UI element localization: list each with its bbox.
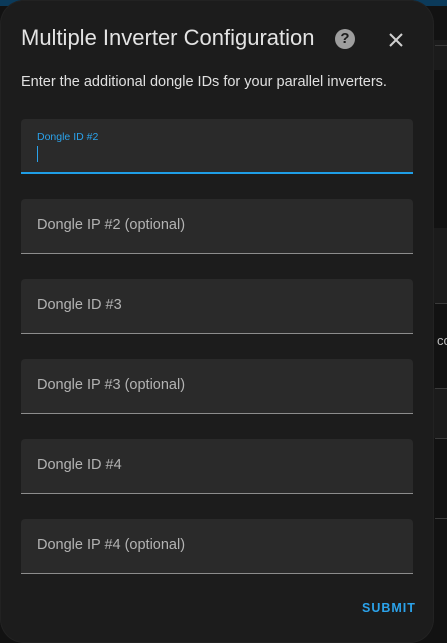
dongle-id-4-field[interactable]: Dongle ID #4 <box>21 439 413 494</box>
field-label: Dongle ID #3 <box>37 297 122 313</box>
dongle-ip-4-field[interactable]: Dongle IP #4 (optional) <box>21 519 413 574</box>
background-divider <box>435 438 447 439</box>
submit-button[interactable]: SUBMIT <box>356 599 422 617</box>
text-cursor <box>37 146 38 162</box>
inverter-config-dialog: Multiple Inverter Configuration ? Enter … <box>0 0 434 643</box>
dongle-id-3-field[interactable]: Dongle ID #3 <box>21 279 413 334</box>
dongle-ip-3-field[interactable]: Dongle IP #3 (optional) <box>21 359 413 414</box>
background-divider <box>435 303 447 304</box>
dongle-ip-2-field[interactable]: Dongle IP #2 (optional) <box>21 199 413 254</box>
dongle-id-2-field[interactable]: Dongle ID #2 <box>21 119 413 174</box>
background-panel <box>433 388 447 438</box>
background-divider <box>435 45 447 46</box>
background-divider <box>435 518 447 519</box>
background-divider <box>435 388 447 389</box>
help-icon[interactable]: ? <box>335 29 355 49</box>
field-label: Dongle IP #2 (optional) <box>37 217 186 233</box>
field-label: Dongle IP #3 (optional) <box>37 377 186 393</box>
dialog-description: Enter the additional dongle IDs for your… <box>21 74 387 90</box>
background-panel <box>433 228 447 303</box>
background-partial-text: co <box>437 333 447 348</box>
field-label: Dongle ID #2 <box>37 131 99 143</box>
field-label: Dongle IP #4 (optional) <box>37 537 186 553</box>
close-icon[interactable] <box>385 29 407 51</box>
dialog-title: Multiple Inverter Configuration <box>21 25 315 50</box>
field-label: Dongle ID #4 <box>37 457 122 473</box>
